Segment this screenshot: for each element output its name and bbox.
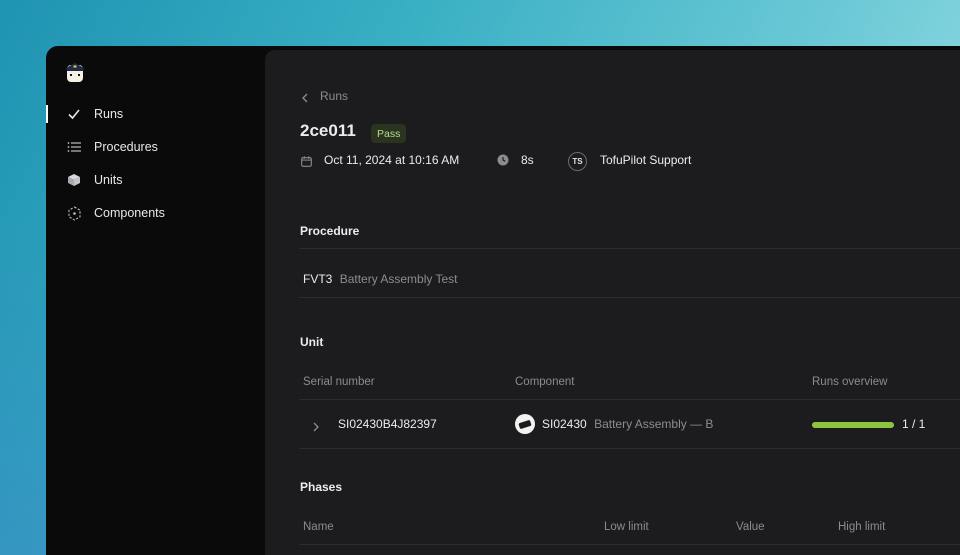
sidebar: Runs Procedures Units Components (46, 46, 265, 555)
column-header-high-limit: High limit (838, 521, 886, 533)
sidebar-item-units[interactable]: Units (46, 168, 265, 192)
procedure-heading: Procedure (300, 224, 360, 238)
component-code: SI02430 (542, 417, 587, 431)
phases-heading: Phases (300, 480, 343, 494)
component-icon (66, 205, 82, 221)
chevron-left-icon (301, 90, 309, 108)
operator-name[interactable]: TofuPilot Support (600, 153, 691, 167)
sidebar-item-procedures[interactable]: Procedures (46, 135, 265, 159)
breadcrumb-runs-link: Runs (320, 89, 349, 103)
column-header-name: Name (303, 521, 334, 533)
sidebar-item-components[interactable]: Components (46, 201, 265, 225)
procedure-name: Battery Assembly Test (339, 272, 458, 286)
sidebar-item-label: Runs (94, 107, 124, 121)
runs-progress-bar (812, 422, 894, 428)
divider (299, 448, 960, 449)
sidebar-item-label: Units (94, 173, 123, 187)
check-icon (66, 106, 82, 122)
main-panel: Runs 2ce011 Pass Oct 11, 2024 at 10:16 A… (265, 50, 960, 555)
component-link[interactable]: SI02430 Battery Assembly — B (542, 417, 713, 431)
divider (299, 297, 960, 298)
app-window: Runs Procedures Units Components Runs 2c… (46, 46, 960, 555)
column-header-serial: Serial number (303, 376, 375, 388)
sidebar-item-label: Components (94, 206, 165, 220)
column-header-low-limit: Low limit (604, 521, 649, 533)
procedure-code: FVT3 (303, 272, 333, 286)
breadcrumb[interactable]: Runs (301, 88, 361, 104)
cube-icon (66, 172, 82, 188)
sidebar-item-runs[interactable]: Runs (46, 102, 265, 126)
run-date: Oct 11, 2024 at 10:16 AM (324, 153, 460, 167)
column-header-value: Value (736, 521, 765, 533)
chevron-right-icon[interactable] (313, 419, 319, 437)
column-header-component: Component (515, 376, 575, 388)
sidebar-item-label: Procedures (94, 140, 158, 154)
unit-heading: Unit (300, 335, 324, 349)
column-header-runs-overview: Runs overview (812, 376, 888, 388)
runs-count: 1 / 1 (902, 417, 926, 431)
avatar: TS (568, 152, 587, 171)
battery-component-icon (515, 414, 535, 434)
divider (299, 248, 960, 249)
calendar-icon (301, 154, 312, 172)
runs-progress-fill (812, 422, 894, 428)
page-title: 2ce011 (300, 121, 356, 140)
unit-serial-link[interactable]: SI02430B4J82397 (338, 417, 437, 431)
status-badge: Pass (371, 124, 407, 143)
procedure-link[interactable]: FVT3 Battery Assembly Test (303, 272, 458, 286)
run-duration: 8s (521, 153, 534, 167)
component-name: Battery Assembly — B (594, 417, 714, 431)
clock-icon (497, 153, 509, 171)
list-icon (66, 139, 82, 155)
divider (299, 544, 960, 545)
tofu-logo-icon[interactable] (65, 62, 85, 84)
divider (299, 399, 960, 400)
